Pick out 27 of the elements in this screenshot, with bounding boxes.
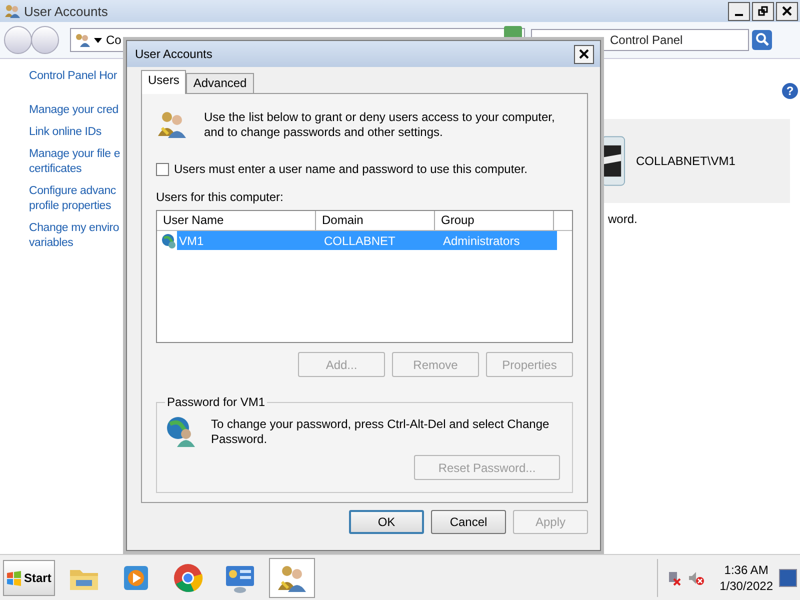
column-header[interactable]: Group [435, 211, 554, 230]
account-name: COLLABNET\VM1 [636, 154, 736, 168]
checkbox-label[interactable]: Users must enter a user name and password to use this computer. [174, 162, 528, 176]
group-legend: Password for VM1 [165, 395, 268, 409]
sidebar-link[interactable]: Control Panel Hor [29, 69, 118, 84]
sidebar-link[interactable]: Link online IDs [29, 125, 102, 140]
clock-time: 1:36 AM [724, 562, 768, 578]
dialog-action-button[interactable]: OK [349, 510, 424, 534]
sidebar-link[interactable]: Change my enviro variables [29, 221, 120, 251]
clock-date: 1/30/2022 [720, 578, 773, 594]
sidebar-link[interactable]: Configure advanc profile properties [29, 184, 116, 214]
help-button[interactable]: ? [782, 83, 798, 99]
password-text: To change your password, press Ctrl-Alt-Del and select Change Password. [211, 417, 550, 447]
column-header[interactable]: User Name [157, 211, 316, 230]
intro-text: Use the list below to grant or deny users access to your computer, and to change passwords and other settings. [204, 110, 556, 140]
dialog-title: User Accounts [135, 47, 212, 61]
account-note: word. [608, 212, 638, 226]
dialog-action-button[interactable]: Cancel [431, 510, 506, 534]
users-label: Users for this computer: [156, 190, 284, 204]
tab[interactable]: Users [141, 70, 186, 94]
column-header[interactable]: Domain [316, 211, 435, 230]
window-title: User Accounts [24, 4, 108, 18]
sidebar-link[interactable]: Manage your cred [29, 103, 118, 118]
start-button[interactable]: Start [3, 560, 55, 596]
users-list[interactable]: User Name Domain Group VM1 COLLABNET Administrators [156, 210, 573, 343]
tab[interactable]: Advanced [186, 73, 254, 93]
sidebar-link[interactable]: Manage your file e certificates [29, 147, 120, 177]
